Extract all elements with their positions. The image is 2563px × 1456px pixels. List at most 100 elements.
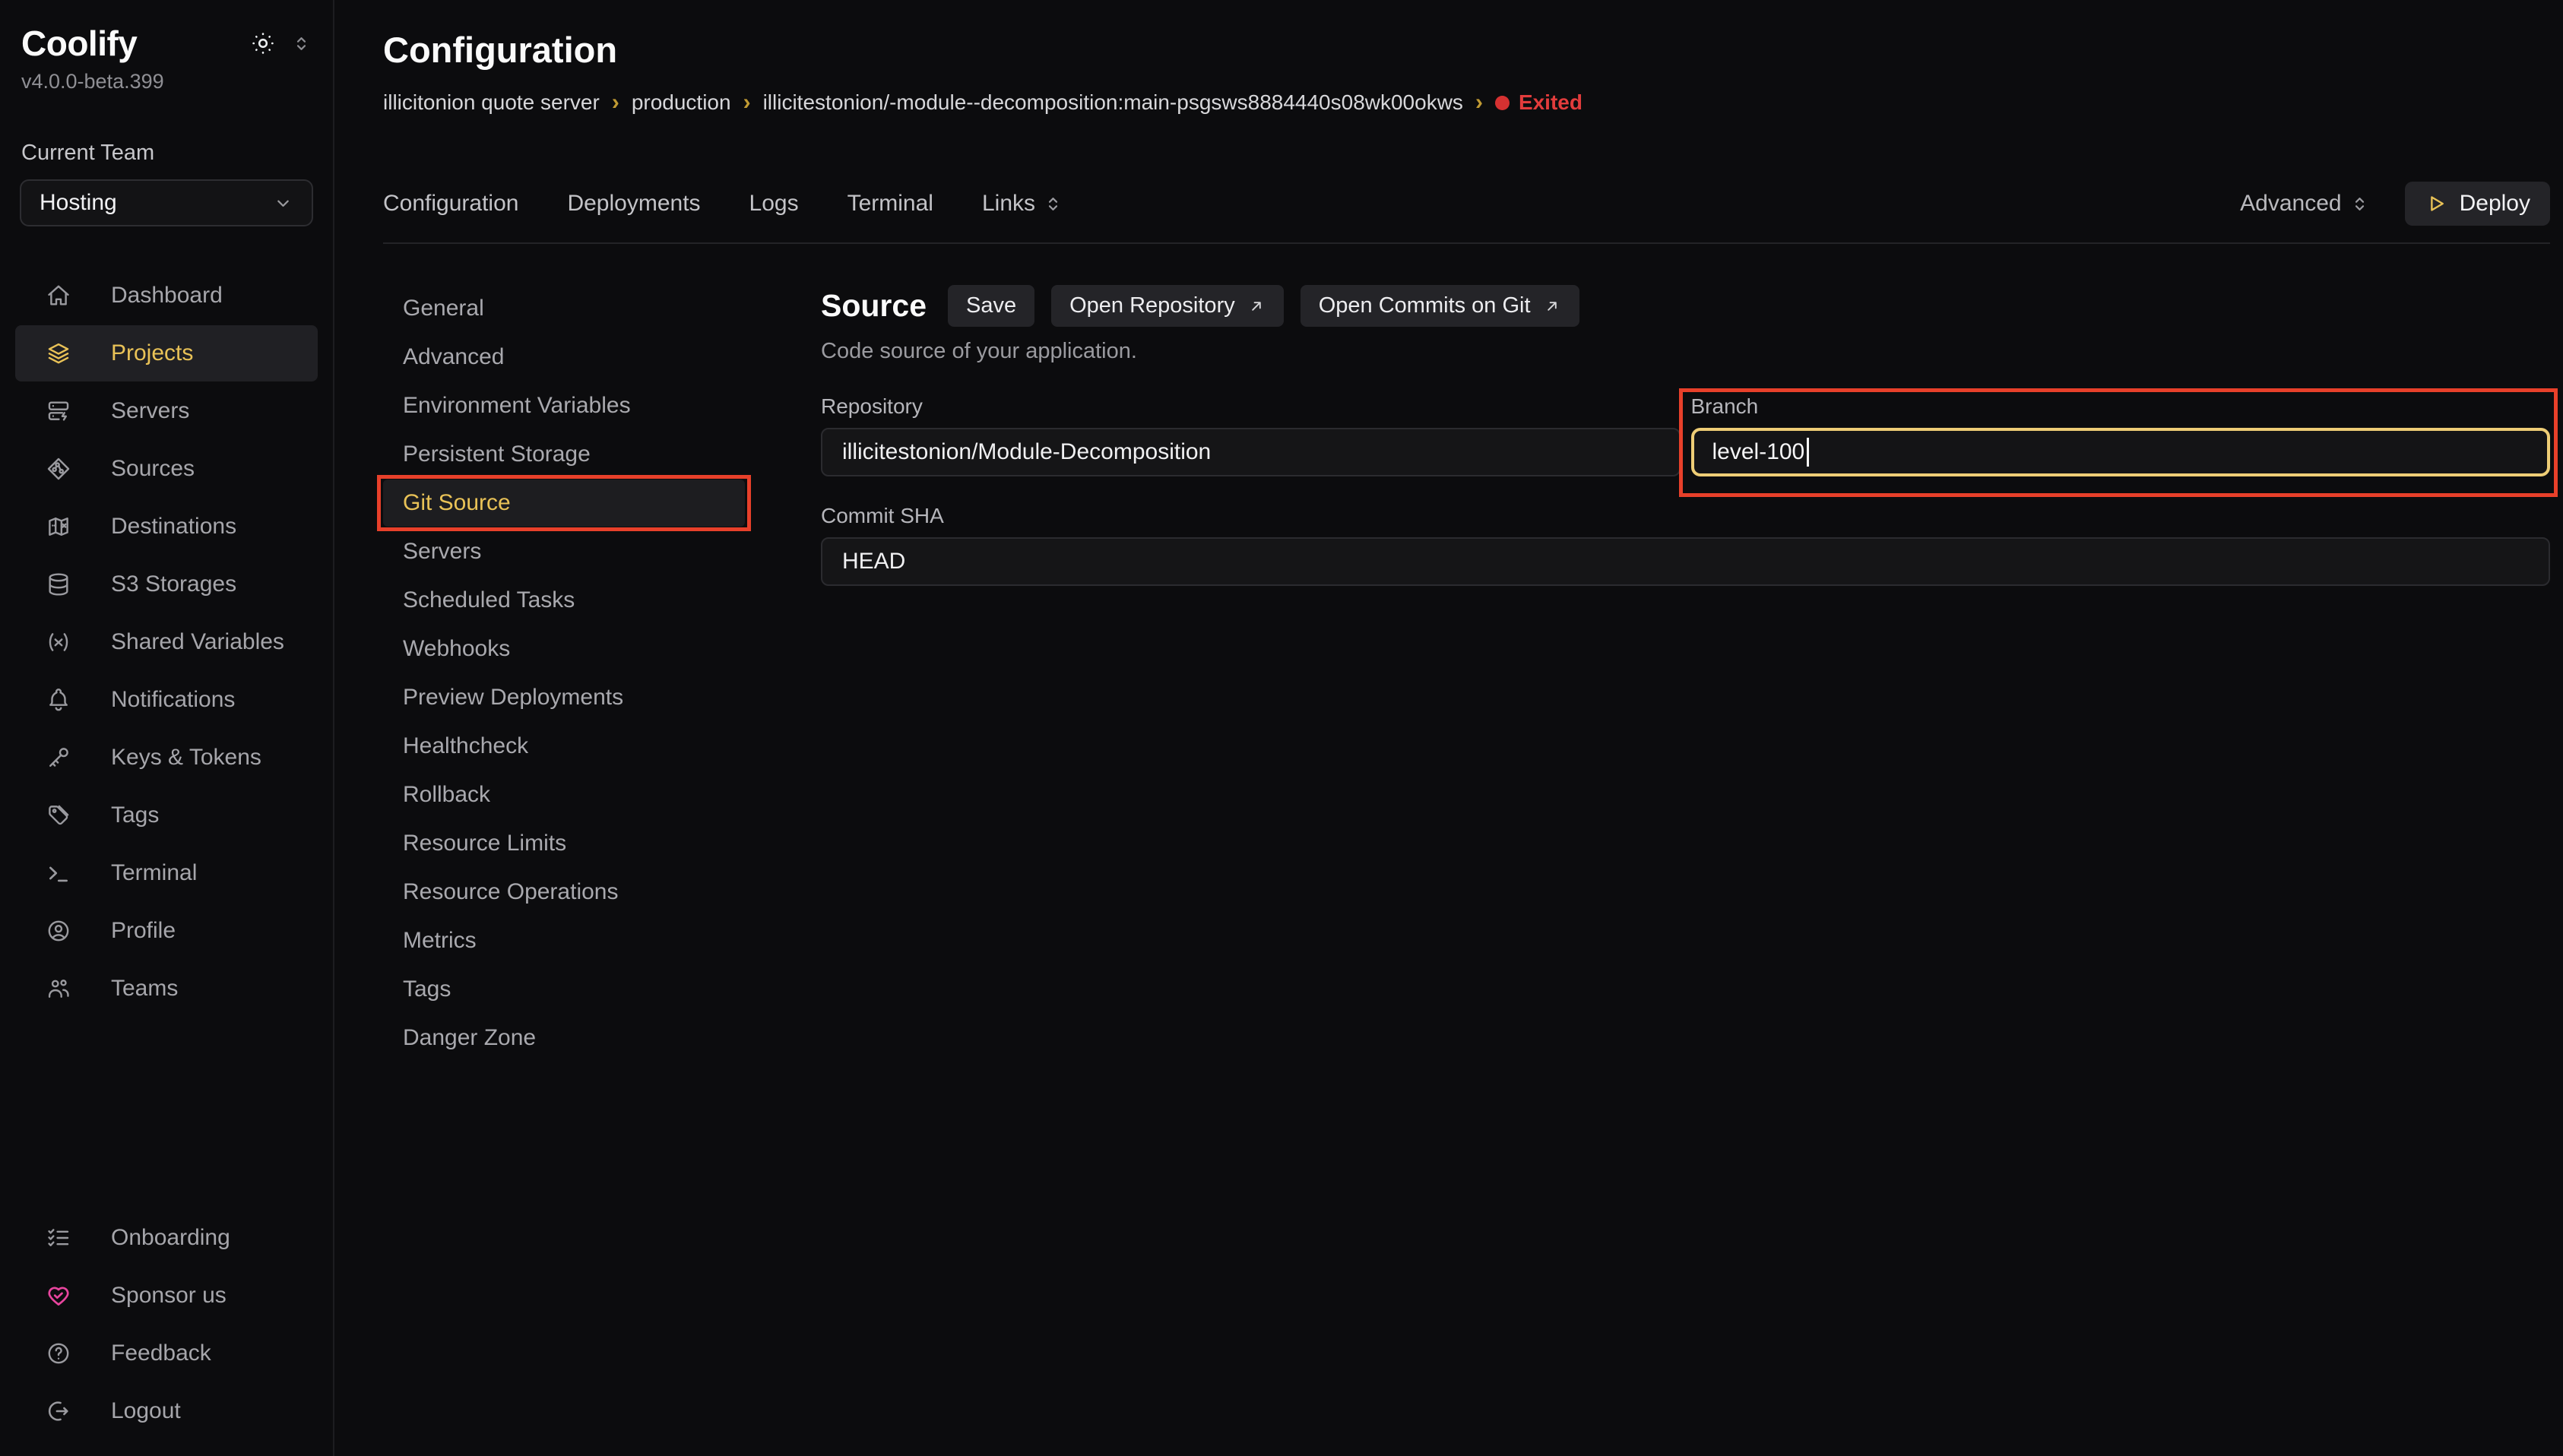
layers-icon	[46, 340, 71, 366]
git-diamond-icon	[46, 456, 71, 482]
status-badge: Exited	[1495, 90, 1582, 115]
repository-input[interactable]	[821, 428, 1681, 476]
user-circle-icon	[46, 918, 71, 944]
status-label: Exited	[1519, 90, 1582, 115]
sidebar-item-sponsor[interactable]: Sponsor us	[15, 1268, 318, 1324]
settings-subnav: General Advanced Environment Variables P…	[383, 285, 745, 1062]
sidebar-item-keys-tokens[interactable]: Keys & Tokens	[15, 730, 318, 786]
tab-terminal[interactable]: Terminal	[847, 191, 933, 217]
source-description: Code source of your application.	[821, 339, 2550, 364]
subnav-item-environment-variables[interactable]: Environment Variables	[383, 382, 745, 429]
save-button[interactable]: Save	[948, 285, 1034, 327]
heart-icon	[46, 1283, 71, 1309]
subnav-item-servers[interactable]: Servers	[383, 528, 745, 575]
sidebar-item-shared-variables[interactable]: Shared Variables	[15, 614, 318, 670]
logo-row: Coolify	[0, 23, 333, 64]
subnav-item-advanced[interactable]: Advanced	[383, 334, 745, 381]
bell-icon	[46, 687, 71, 713]
subnav-item-general[interactable]: General	[383, 285, 745, 332]
external-link-icon	[1247, 297, 1266, 315]
subnav-item-git-source[interactable]: Git Source	[383, 480, 745, 527]
open-repository-button[interactable]: Open Repository	[1051, 285, 1284, 327]
sidebar-item-dashboard[interactable]: Dashboard	[15, 267, 318, 324]
tab-configuration[interactable]: Configuration	[383, 191, 518, 217]
commit-sha-label: Commit SHA	[821, 504, 2550, 528]
sidebar-item-notifications[interactable]: Notifications	[15, 672, 318, 728]
help-circle-icon	[46, 1340, 71, 1366]
key-icon	[46, 745, 71, 771]
tag-icon	[46, 802, 71, 828]
home-icon	[46, 283, 71, 309]
open-commits-button[interactable]: Open Commits on Git	[1301, 285, 1579, 327]
subnav-item-resource-limits[interactable]: Resource Limits	[383, 820, 745, 867]
sidebar-item-onboarding[interactable]: Onboarding	[15, 1210, 318, 1266]
subnav-item-preview-deployments[interactable]: Preview Deployments	[383, 674, 745, 721]
app-logo: Coolify	[21, 23, 137, 64]
commit-sha-input[interactable]	[821, 537, 2550, 586]
sidebar-item-s3-storages[interactable]: S3 Storages	[15, 556, 318, 612]
subnav-item-resource-operations[interactable]: Resource Operations	[383, 869, 745, 916]
branch-input[interactable]: level-100	[1691, 428, 2551, 476]
subnav-item-webhooks[interactable]: Webhooks	[383, 625, 745, 673]
tab-deployments[interactable]: Deployments	[567, 191, 700, 217]
app-version: v4.0.0-beta.399	[0, 70, 333, 93]
git-source-form: Source Save Open Repository Open Commits…	[821, 285, 2550, 1062]
repository-field: Repository	[821, 394, 1681, 476]
sidebar-item-tags[interactable]: Tags	[15, 787, 318, 844]
subnav-item-metrics[interactable]: Metrics	[383, 917, 745, 964]
sidebar-item-servers[interactable]: Servers	[15, 383, 318, 439]
breadcrumb-environment[interactable]: production	[632, 90, 731, 115]
chevrons-up-down-icon	[1043, 194, 1063, 214]
server-icon	[46, 398, 71, 424]
external-link-icon	[1543, 297, 1561, 315]
subnav-item-danger-zone[interactable]: Danger Zone	[383, 1014, 745, 1062]
page-title: Configuration	[383, 29, 2550, 71]
breadcrumb-project[interactable]: illicitonion quote server	[383, 90, 600, 115]
sidebar-item-logout[interactable]: Logout	[15, 1383, 318, 1439]
sidebar-item-teams[interactable]: Teams	[15, 961, 318, 1017]
subnav-item-persistent-storage[interactable]: Persistent Storage	[383, 431, 745, 478]
play-icon	[2425, 192, 2447, 215]
chevrons-up-down-icon	[2349, 194, 2370, 214]
sidebar-item-profile[interactable]: Profile	[15, 903, 318, 959]
team-select[interactable]: Hosting	[20, 179, 313, 226]
sun-icon[interactable]	[250, 30, 276, 56]
subnav-item-rollback[interactable]: Rollback	[383, 771, 745, 818]
terminal-icon	[46, 860, 71, 886]
status-dot	[1495, 96, 1510, 110]
logout-icon	[46, 1398, 71, 1424]
subnav-item-healthcheck[interactable]: Healthcheck	[383, 723, 745, 770]
team-select-value: Hosting	[40, 190, 117, 216]
repository-label: Repository	[821, 394, 1681, 419]
branch-label: Branch	[1691, 394, 2551, 419]
branch-input-value: level-100	[1712, 439, 1805, 465]
tabbar-divider	[383, 242, 2550, 244]
subnav-item-tags[interactable]: Tags	[383, 966, 745, 1013]
current-team-label: Current Team	[0, 141, 333, 166]
sidebar-item-feedback[interactable]: Feedback	[15, 1325, 318, 1382]
commit-sha-field: Commit SHA	[821, 504, 2550, 586]
chevron-right-icon: ›	[1475, 91, 1483, 114]
sidebar-item-destinations[interactable]: Destinations	[15, 499, 318, 555]
sidebar-item-sources[interactable]: Sources	[15, 441, 318, 497]
database-icon	[46, 571, 71, 597]
sidebar: Coolify v4.0.0-beta.399 Current Team Hos…	[0, 0, 334, 1456]
checklist-icon	[46, 1225, 71, 1251]
sidebar-nav: Dashboard Projects Servers Sources Desti…	[0, 267, 333, 1017]
tab-links[interactable]: Links	[982, 191, 1063, 217]
sidebar-item-terminal[interactable]: Terminal	[15, 845, 318, 901]
subnav-item-scheduled-tasks[interactable]: Scheduled Tasks	[383, 577, 745, 624]
chevron-down-icon	[273, 193, 293, 214]
map-x-icon	[46, 514, 71, 540]
sidebar-item-projects[interactable]: Projects	[15, 325, 318, 381]
main-content: Configuration illicitonion quote server …	[334, 0, 2563, 1062]
users-icon	[46, 976, 71, 1002]
chevrons-up-down-icon[interactable]	[291, 33, 312, 54]
tab-logs[interactable]: Logs	[749, 191, 799, 217]
text-cursor	[1807, 438, 1809, 467]
variables-icon	[46, 629, 71, 655]
tab-bar: Configuration Deployments Logs Terminal …	[383, 182, 2550, 226]
advanced-dropdown[interactable]: Advanced	[2240, 191, 2369, 217]
breadcrumb-resource[interactable]: illicitestonion/-module--decomposition:m…	[763, 90, 1463, 115]
deploy-button[interactable]: Deploy	[2405, 182, 2550, 226]
